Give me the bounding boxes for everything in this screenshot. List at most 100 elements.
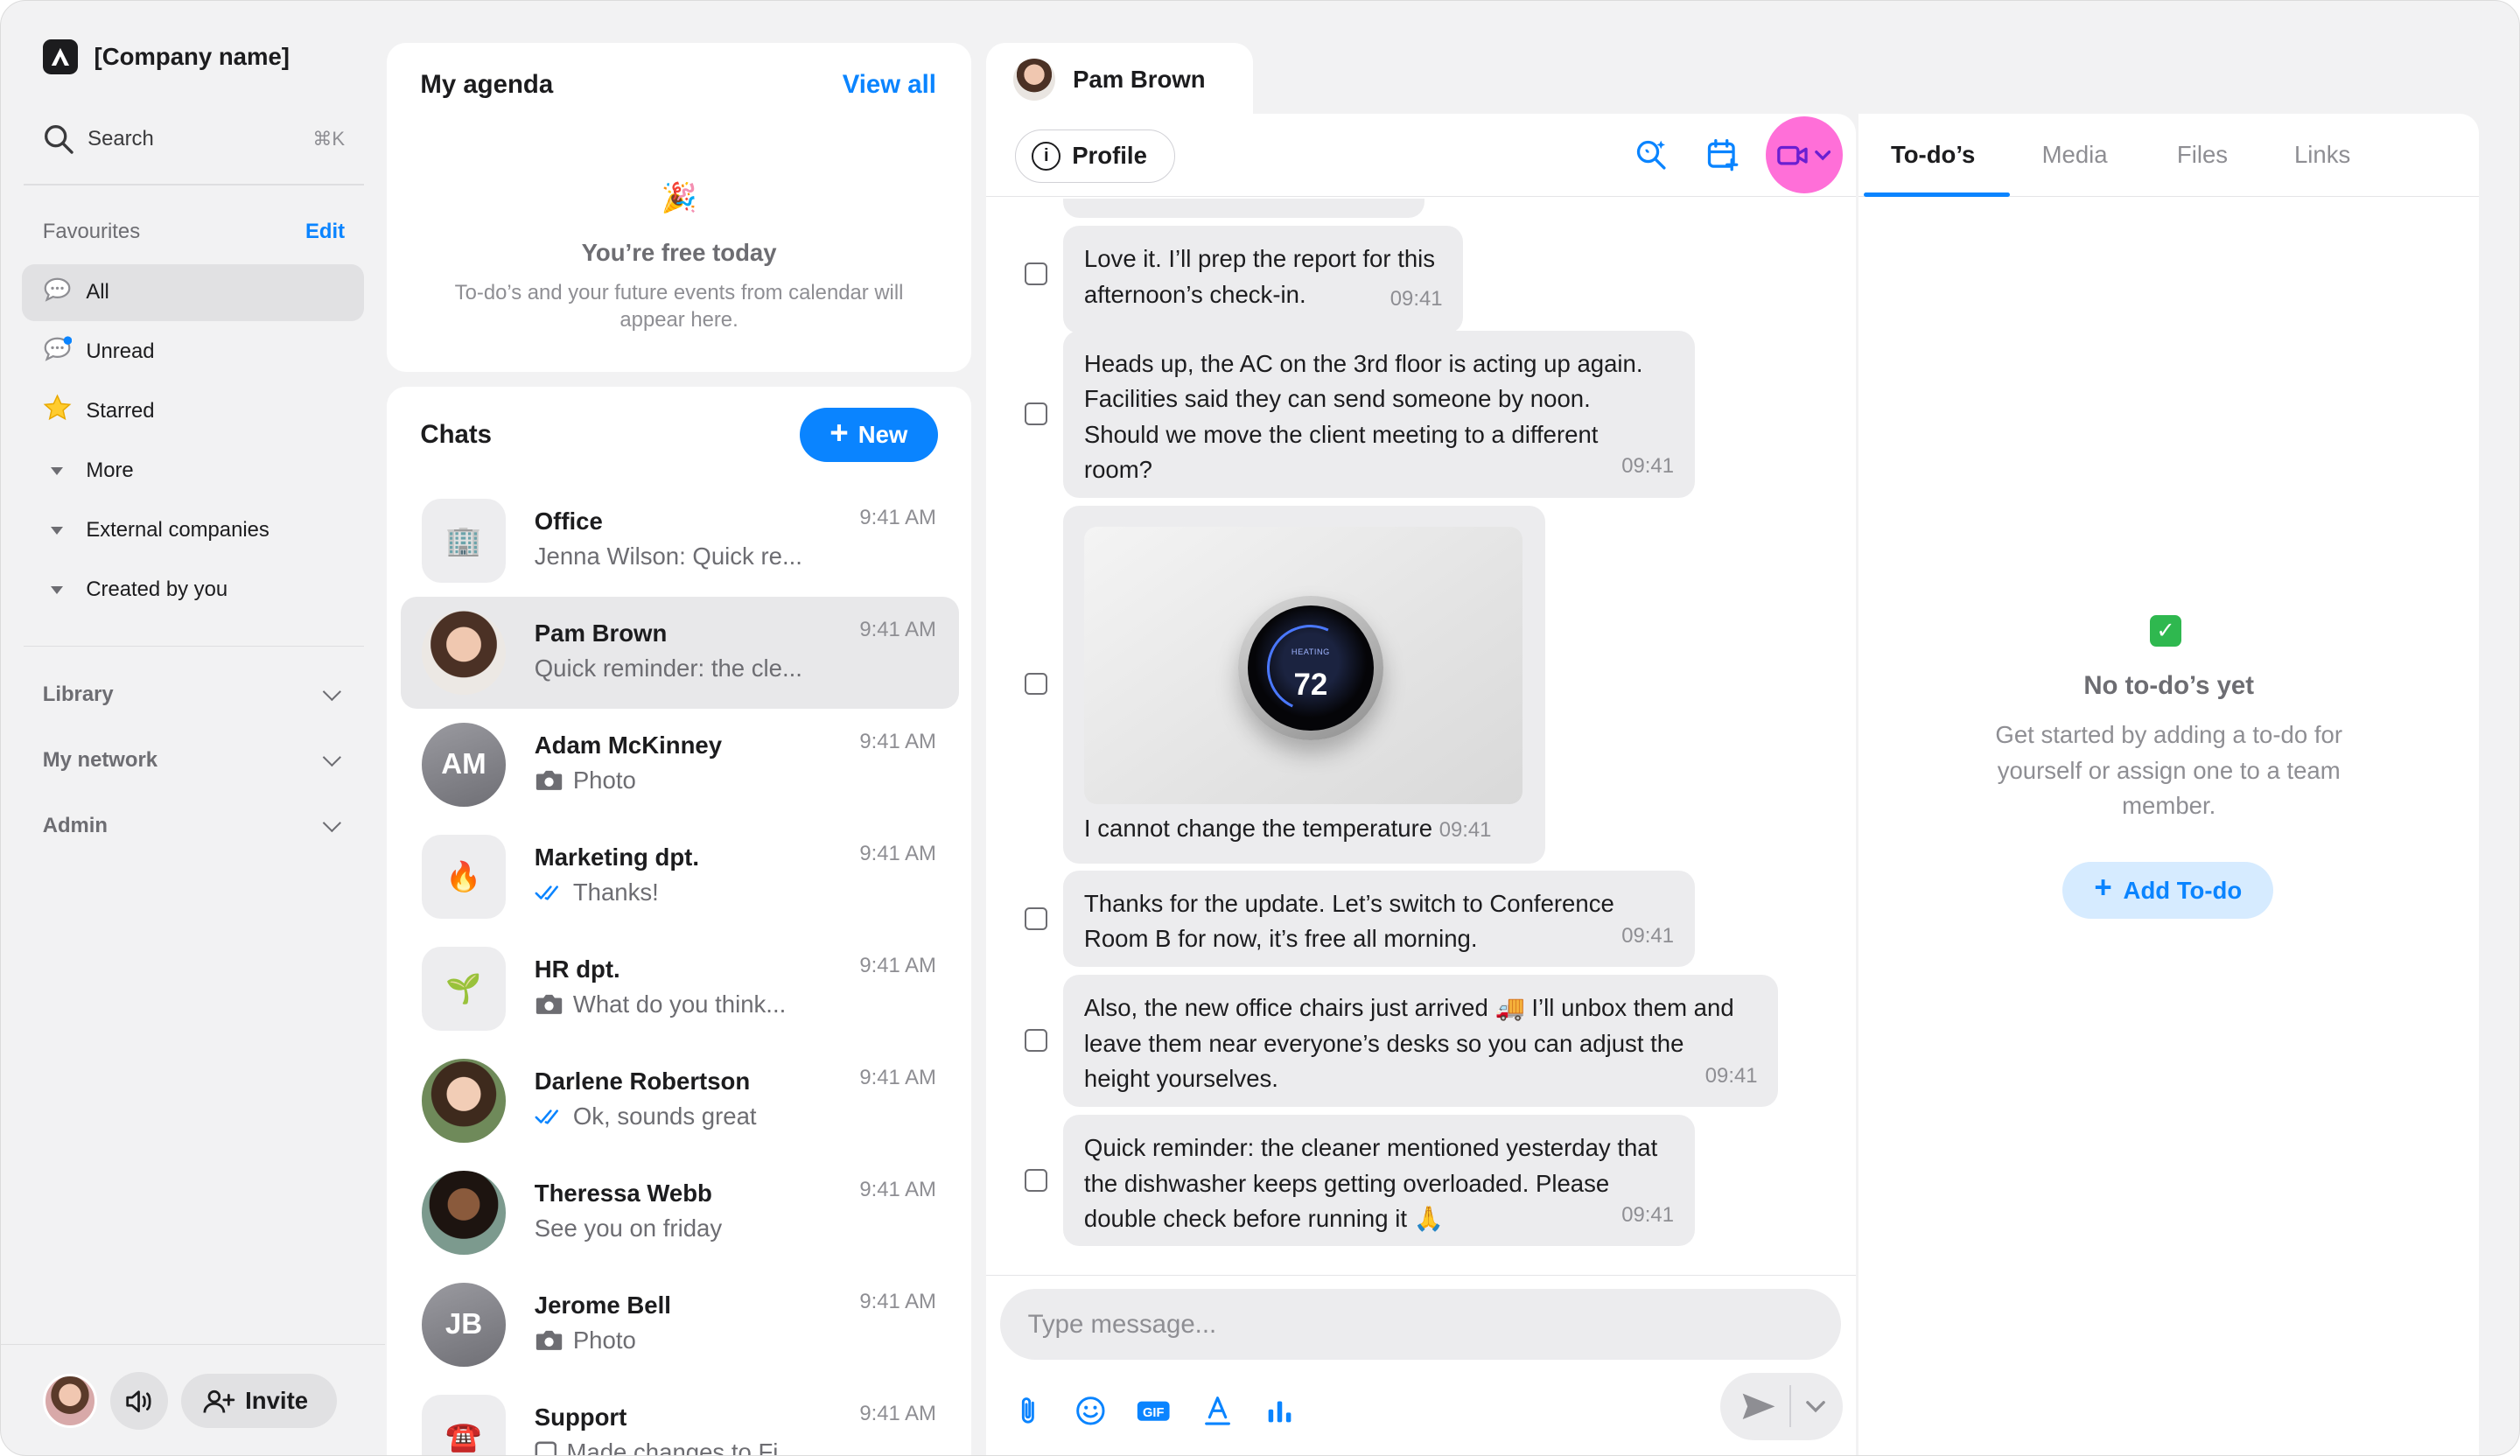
- double-check-icon: [535, 1110, 558, 1124]
- favourites-title: Favourites: [42, 219, 141, 243]
- brand[interactable]: [Company name]: [42, 39, 290, 75]
- sidebar-item-created-by-you[interactable]: Created by you: [22, 562, 364, 618]
- chat-item-pam-brown[interactable]: Pam Brown 9:41 AM Quick reminder: the cl…: [401, 596, 959, 709]
- view-all-link[interactable]: View all: [843, 70, 936, 100]
- thermostat-device: HEATING 72: [1238, 595, 1383, 740]
- chat-name: Support: [534, 1403, 627, 1431]
- tab-todos[interactable]: To-do’s: [1891, 141, 1975, 169]
- video-call-button[interactable]: [1765, 116, 1843, 194]
- telephone-icon: ☎️: [422, 1395, 506, 1456]
- sidebar: [Company name] Search ⌘K Favourites Edit…: [1, 1, 385, 1455]
- conversation-tab[interactable]: Pam Brown: [985, 42, 1253, 117]
- add-todo-button[interactable]: + Add To-do: [2062, 862, 2274, 919]
- message-select-checkbox[interactable]: [1024, 1169, 1047, 1192]
- message-time: 09:41: [1621, 1203, 1674, 1228]
- sidebar-item-starred[interactable]: Starred: [22, 383, 364, 439]
- avatar: [1013, 59, 1055, 101]
- gif-icon[interactable]: GIF: [1136, 1394, 1171, 1429]
- chat-preview: Ok, sounds great: [535, 1102, 832, 1130]
- chevron-down-icon[interactable]: [1805, 1400, 1825, 1413]
- chat-time: 9:41 AM: [859, 1177, 936, 1201]
- tab-links[interactable]: Links: [2294, 141, 2350, 169]
- caret-down-icon: [43, 526, 72, 535]
- chat-name: Darlene Robertson: [534, 1067, 751, 1095]
- profile-button[interactable]: i Profile: [1014, 129, 1176, 183]
- chat-name: Adam McKinney: [534, 731, 723, 759]
- sidebar-item-label: All: [86, 280, 109, 304]
- tab-files[interactable]: Files: [2177, 141, 2228, 169]
- emoji-icon[interactable]: [1073, 1394, 1108, 1429]
- app-window: [Company name] Search ⌘K Favourites Edit…: [0, 0, 2520, 1456]
- ai-search-icon[interactable]: [1634, 137, 1669, 172]
- chat-time: 9:41 AM: [859, 505, 936, 529]
- sidebar-item-all[interactable]: All: [21, 264, 365, 321]
- divider: [1789, 1385, 1792, 1428]
- message-select-checkbox[interactable]: [1024, 672, 1047, 696]
- chat-item-office[interactable]: 🏢 Office 9:41 AM Jenna Wilson: Quick re.…: [401, 485, 958, 597]
- chat-preview-text: Quick reminder: the cle...: [534, 654, 802, 682]
- attach-icon[interactable]: [1010, 1394, 1045, 1429]
- chevron-down-icon: [322, 682, 341, 701]
- plus-icon: +: [2094, 871, 2112, 906]
- search-button[interactable]: Search ⌘K: [43, 123, 345, 156]
- sound-button[interactable]: [109, 1372, 168, 1431]
- favourites-edit-button[interactable]: Edit: [305, 220, 345, 244]
- text-format-icon[interactable]: [1200, 1394, 1235, 1429]
- company-name: [Company name]: [94, 43, 290, 71]
- chat-preview-text: See you on friday: [534, 1214, 723, 1242]
- search-label: Search: [88, 126, 154, 150]
- chats-title: Chats: [420, 420, 492, 450]
- message-text: Love it. I’ll prep the report for this a…: [1083, 245, 1436, 308]
- calendar-add-icon[interactable]: [1704, 137, 1740, 172]
- message-select-checkbox[interactable]: [1024, 1029, 1047, 1053]
- agenda-card: My agenda View all 🎉 You’re free today T…: [386, 42, 972, 373]
- sidebar-item-external-companies[interactable]: External companies: [22, 502, 364, 558]
- plus-icon: +: [830, 414, 849, 451]
- conversation-contact-name: Pam Brown: [1073, 65, 1206, 93]
- section-my-network[interactable]: My network: [43, 748, 345, 773]
- chat-time: 9:41 AM: [859, 1289, 936, 1313]
- invite-button[interactable]: Invite: [180, 1374, 338, 1429]
- info-icon: i: [1032, 141, 1061, 171]
- chat-item-jerome-bell[interactable]: JB Jerome Bell 9:41 AM Photo: [401, 1269, 958, 1381]
- message-select-checkbox[interactable]: [1024, 906, 1047, 930]
- message-time: 09:41: [1704, 1063, 1758, 1088]
- chat-item-marketing[interactable]: 🔥 Marketing dpt. 9:41 AM Thanks!: [401, 821, 958, 933]
- user-avatar[interactable]: [42, 1374, 98, 1429]
- invite-label: Invite: [245, 1387, 309, 1415]
- send-button[interactable]: [1720, 1372, 1843, 1440]
- chat-preview-text: Photo: [572, 1326, 636, 1354]
- image-caption: I cannot change the temperature 09:41: [1084, 811, 1524, 848]
- sidebar-item-unread[interactable]: Unread: [22, 324, 364, 380]
- message-bubble-clipped: [1063, 198, 1425, 218]
- tab-media[interactable]: Media: [2042, 141, 2108, 169]
- section-admin[interactable]: Admin: [43, 814, 345, 838]
- chat-time: 9:41 AM: [859, 617, 936, 641]
- chat-list: 🏢 Office 9:41 AM Jenna Wilson: Quick re.…: [401, 485, 959, 1456]
- message-select-checkbox[interactable]: [1024, 262, 1047, 286]
- sidebar-item-label: More: [86, 458, 134, 483]
- section-label: My network: [42, 748, 158, 773]
- chat-time: 9:41 AM: [859, 729, 936, 753]
- message-select-checkbox[interactable]: [1024, 402, 1047, 425]
- sidebar-item-more[interactable]: More: [22, 443, 364, 499]
- chat-preview: Thanks!: [535, 878, 832, 906]
- chat-item-darlene-robertson[interactable]: Darlene Robertson 9:41 AM Ok, sounds gre…: [401, 1045, 958, 1157]
- message-bubble: Thanks for the update. Let’s switch to C…: [1063, 870, 1695, 967]
- company-logo-icon: [42, 39, 79, 75]
- poll-icon[interactable]: [1263, 1394, 1298, 1429]
- chat-item-hr[interactable]: 🌱 HR dpt. 9:41 AM What do you think...: [401, 933, 958, 1045]
- checkbox-icon: [535, 1441, 556, 1456]
- add-todo-label: Add To-do: [2123, 876, 2243, 904]
- chat-item-theressa-webb[interactable]: Theressa Webb 9:41 AM See you on friday: [401, 1157, 958, 1269]
- message-input[interactable]: [1000, 1289, 1841, 1360]
- thermostat-photo[interactable]: HEATING 72: [1083, 526, 1523, 805]
- chat-preview-text: Photo: [572, 766, 636, 794]
- favourites-header: Favourites Edit: [43, 220, 345, 244]
- chat-name: Office: [534, 507, 603, 535]
- section-label: Library: [42, 682, 114, 706]
- chat-item-support[interactable]: ☎️ Support 9:41 AM Made changes to Fi...: [401, 1381, 958, 1456]
- chat-item-adam-mckinney[interactable]: AM Adam McKinney 9:41 AM Photo: [401, 709, 958, 821]
- section-library[interactable]: Library: [43, 682, 345, 707]
- new-chat-button[interactable]: + New: [799, 407, 938, 463]
